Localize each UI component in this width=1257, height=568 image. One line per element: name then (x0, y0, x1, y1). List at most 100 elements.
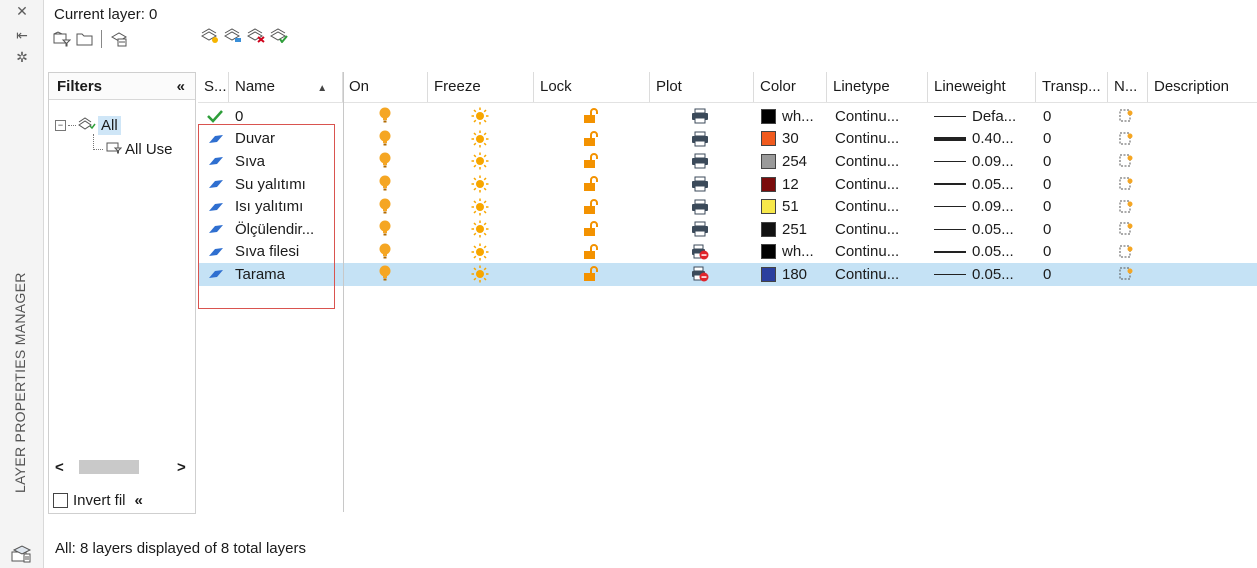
sun-thawed-icon[interactable] (471, 150, 489, 173)
layer-color[interactable]: 254 (761, 150, 807, 173)
printer-icon[interactable] (691, 150, 709, 173)
new-vp-freeze-icon[interactable] (1118, 195, 1134, 218)
collapse-filters-button[interactable]: « (177, 78, 185, 95)
unlock-icon[interactable] (583, 105, 599, 128)
auto-hide-icon[interactable]: ⇤ (12, 26, 32, 44)
column-header-freeze[interactable]: Freeze (428, 72, 534, 102)
printer-icon[interactable] (691, 218, 709, 241)
unlock-icon[interactable] (583, 128, 599, 151)
no-plot-icon[interactable] (691, 263, 709, 286)
tree-node-all-used[interactable]: All Use (93, 140, 173, 158)
column-header-lineweight[interactable]: Lineweight (928, 72, 1036, 102)
printer-icon[interactable] (691, 128, 709, 151)
layer-transparency[interactable]: 0 (1043, 195, 1051, 218)
layer-lineweight[interactable]: 0.05... (934, 241, 1014, 264)
tree-label-all[interactable]: All (98, 116, 121, 135)
layer-row[interactable]: Tarama 180 Continu... 0.05... 0 (198, 263, 1257, 286)
sun-thawed-icon[interactable] (471, 173, 489, 196)
new-vp-freeze-icon[interactable] (1118, 150, 1134, 173)
layer-row[interactable]: Sıva filesi wh... Continu... 0.05... 0 (198, 241, 1257, 264)
invert-filter-option[interactable]: Invert fil « (53, 492, 143, 509)
layer-linetype[interactable]: Continu... (835, 105, 899, 128)
close-icon[interactable]: ✕ (12, 2, 32, 20)
column-header-linetype[interactable]: Linetype (827, 72, 928, 102)
layer-color[interactable]: 180 (761, 263, 807, 286)
new-group-filter-icon[interactable] (75, 30, 94, 49)
printer-icon[interactable] (691, 173, 709, 196)
layer-linetype[interactable]: Continu... (835, 241, 899, 264)
bulb-on-icon[interactable] (378, 195, 392, 218)
invert-filter-checkbox[interactable] (53, 493, 68, 508)
layer-row[interactable]: 0 wh... Continu... Defa... 0 (198, 105, 1257, 128)
column-header-transparency[interactable]: Transp... (1036, 72, 1108, 102)
column-header-name[interactable]: Name ▲ (229, 72, 343, 102)
layer-color[interactable]: 251 (761, 218, 807, 241)
layer-transparency[interactable]: 0 (1043, 105, 1051, 128)
layer-lineweight[interactable]: 0.05... (934, 173, 1014, 196)
layer-lineweight[interactable]: 0.05... (934, 218, 1014, 241)
scroll-left-button[interactable]: < (55, 459, 67, 476)
sun-thawed-icon[interactable] (471, 241, 489, 264)
filters-horizontal-scrollbar[interactable]: < > (49, 457, 195, 477)
layer-transparency[interactable]: 0 (1043, 241, 1051, 264)
sun-thawed-icon[interactable] (471, 263, 489, 286)
bulb-on-icon[interactable] (378, 150, 392, 173)
unlock-icon[interactable] (583, 241, 599, 264)
new-vp-freeze-icon[interactable] (1118, 173, 1134, 196)
sun-thawed-icon[interactable] (471, 218, 489, 241)
unlock-icon[interactable] (583, 263, 599, 286)
layer-linetype[interactable]: Continu... (835, 150, 899, 173)
column-header-plot[interactable]: Plot (650, 72, 754, 102)
bulb-on-icon[interactable] (378, 218, 392, 241)
new-layer-vp-frozen-icon[interactable] (223, 26, 242, 45)
layer-row[interactable]: Su yalıtımı 12 Continu... 0.05... 0 (198, 173, 1257, 196)
layer-color[interactable]: 51 (761, 195, 799, 218)
layer-linetype[interactable]: Continu... (835, 195, 899, 218)
column-header-lock[interactable]: Lock (534, 72, 650, 102)
layer-row[interactable]: Duvar 30 Continu... 0.40... 0 (198, 128, 1257, 151)
new-vp-freeze-icon[interactable] (1118, 263, 1134, 286)
scroll-right-button[interactable]: > (177, 459, 189, 476)
delete-layer-icon[interactable] (246, 26, 265, 45)
scroll-thumb[interactable] (79, 460, 139, 474)
no-plot-icon[interactable] (691, 241, 709, 264)
layer-states-manager-icon[interactable] (109, 30, 128, 49)
layer-lineweight[interactable]: 0.05... (934, 263, 1014, 286)
column-header-description[interactable]: Description (1148, 72, 1257, 102)
set-current-icon[interactable] (269, 26, 288, 45)
layer-lineweight[interactable]: Defa... (934, 105, 1016, 128)
pane-divider[interactable] (343, 72, 344, 512)
tree-label-all-used[interactable]: All Use (125, 141, 173, 158)
layer-lineweight[interactable]: 0.40... (934, 128, 1014, 151)
layer-transparency[interactable]: 0 (1043, 128, 1051, 151)
layer-transparency[interactable]: 0 (1043, 173, 1051, 196)
layer-row[interactable]: Ölçülendir... 251 Continu... 0.05... 0 (198, 218, 1257, 241)
printer-icon[interactable] (691, 195, 709, 218)
properties-gear-icon[interactable]: ✲ (12, 48, 32, 66)
tree-node-all[interactable]: − All (55, 116, 121, 135)
layer-row[interactable]: Sıva 254 Continu... 0.09... 0 (198, 150, 1257, 173)
collapse-filters-button-bottom[interactable]: « (135, 492, 143, 509)
column-header-on[interactable]: On (343, 72, 428, 102)
sun-thawed-icon[interactable] (471, 195, 489, 218)
bulb-on-icon[interactable] (378, 263, 392, 286)
bulb-on-icon[interactable] (378, 241, 392, 264)
layer-lineweight[interactable]: 0.09... (934, 150, 1014, 173)
tree-collapse-icon[interactable]: − (55, 120, 66, 131)
layer-transparency[interactable]: 0 (1043, 218, 1051, 241)
new-vp-freeze-icon[interactable] (1118, 218, 1134, 241)
layer-transparency[interactable]: 0 (1043, 263, 1051, 286)
column-header-new-vp-freeze[interactable]: N... (1108, 72, 1148, 102)
unlock-icon[interactable] (583, 218, 599, 241)
bulb-on-icon[interactable] (378, 105, 392, 128)
layer-linetype[interactable]: Continu... (835, 218, 899, 241)
bulb-on-icon[interactable] (378, 173, 392, 196)
column-header-color[interactable]: Color (754, 72, 827, 102)
layer-linetype[interactable]: Continu... (835, 173, 899, 196)
sun-thawed-icon[interactable] (471, 105, 489, 128)
sun-thawed-icon[interactable] (471, 128, 489, 151)
new-vp-freeze-icon[interactable] (1118, 128, 1134, 151)
layer-row[interactable]: Isı yalıtımı 51 Continu... 0.09... 0 (198, 195, 1257, 218)
new-property-filter-icon[interactable] (52, 30, 71, 49)
unlock-icon[interactable] (583, 150, 599, 173)
